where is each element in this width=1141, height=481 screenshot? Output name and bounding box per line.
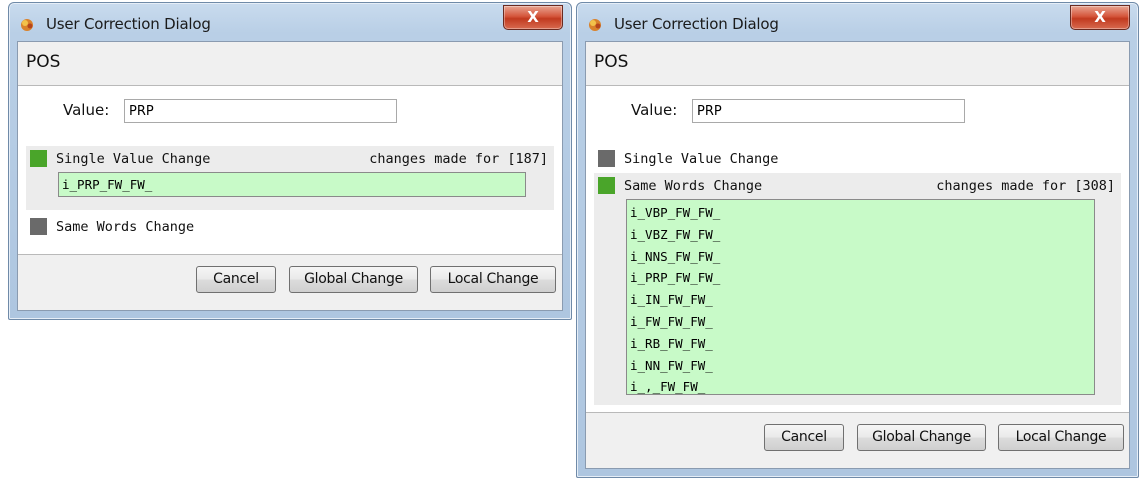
changes-count: changes made for [187] bbox=[369, 151, 548, 167]
list-item[interactable]: i_PRP_FW_FW_ bbox=[630, 267, 1094, 289]
same-words-indicator[interactable] bbox=[598, 177, 615, 194]
same-words-change-section[interactable]: Same Words Change changes made for [308]… bbox=[594, 173, 1121, 405]
list-item[interactable]: i_NN_FW_FW_ bbox=[630, 355, 1094, 377]
dialog-footer: Cancel Global Change Local Change bbox=[18, 254, 562, 310]
value-input[interactable] bbox=[692, 99, 965, 123]
same-words-label: Same Words Change bbox=[56, 219, 195, 235]
single-value-indicator[interactable] bbox=[598, 150, 615, 167]
list-item[interactable]: i_FW_FW_FW_ bbox=[630, 311, 1094, 333]
cancel-button[interactable]: Cancel bbox=[196, 266, 276, 293]
dialog-client: POS Value: Single Value Change Same Word… bbox=[585, 41, 1130, 469]
local-change-button[interactable]: Local Change bbox=[998, 424, 1124, 451]
close-button[interactable]: X bbox=[503, 5, 563, 30]
global-change-button[interactable]: Global Change bbox=[289, 266, 418, 293]
list-item[interactable]: i_VBP_FW_FW_ bbox=[630, 202, 1094, 224]
single-value-label: Single Value Change bbox=[56, 151, 211, 167]
window-title: User Correction Dialog bbox=[46, 15, 211, 33]
title-bar[interactable]: User Correction Dialog X bbox=[9, 3, 571, 41]
close-button[interactable]: X bbox=[1070, 5, 1130, 30]
global-change-button[interactable]: Global Change bbox=[857, 424, 986, 451]
title-bar[interactable]: User Correction Dialog X bbox=[577, 3, 1138, 41]
single-value-change-section[interactable]: Single Value Change changes made for [18… bbox=[26, 146, 554, 210]
window-title: User Correction Dialog bbox=[614, 15, 779, 33]
same-words-indicator[interactable] bbox=[30, 218, 47, 235]
dialog-footer: Cancel Global Change Local Change bbox=[586, 412, 1129, 468]
app-icon bbox=[589, 19, 601, 31]
header-title: POS bbox=[26, 52, 61, 72]
cancel-button[interactable]: Cancel bbox=[764, 424, 844, 451]
list-item[interactable]: i_RB_FW_FW_ bbox=[630, 333, 1094, 355]
value-label: Value: bbox=[631, 101, 678, 119]
dialog-body: Value: Single Value Change changes made … bbox=[18, 86, 562, 264]
list-item[interactable]: i_IN_FW_FW_ bbox=[630, 289, 1094, 311]
value-input[interactable] bbox=[124, 99, 397, 123]
change-list[interactable]: i_VBP_FW_FW_ i_VBZ_FW_FW_ i_NNS_FW_FW_ i… bbox=[626, 199, 1095, 395]
list-item[interactable]: i_VBZ_FW_FW_ bbox=[630, 224, 1094, 246]
same-words-label: Same Words Change bbox=[624, 178, 763, 194]
list-item[interactable]: i_,_FW_FW_ bbox=[630, 376, 1094, 398]
user-correction-dialog-left: User Correction Dialog X POS Value: Sing… bbox=[8, 2, 572, 320]
changes-count: changes made for [308] bbox=[936, 178, 1115, 194]
dialog-header: POS bbox=[18, 42, 562, 86]
list-item[interactable]: i_PRP_FW_FW_ bbox=[62, 174, 525, 195]
same-words-change-section[interactable]: Same Words Change bbox=[26, 213, 554, 241]
dialog-client: POS Value: Single Value Change changes m… bbox=[17, 41, 563, 311]
single-value-label: Single Value Change bbox=[624, 151, 779, 167]
local-change-button[interactable]: Local Change bbox=[430, 266, 556, 293]
single-value-indicator[interactable] bbox=[30, 150, 47, 167]
header-title: POS bbox=[594, 52, 629, 72]
list-item[interactable]: i_NNS_FW_FW_ bbox=[630, 246, 1094, 268]
app-icon bbox=[21, 19, 33, 31]
user-correction-dialog-right: User Correction Dialog X POS Value: Sing… bbox=[576, 2, 1139, 478]
dialog-body: Value: Single Value Change Same Words Ch… bbox=[586, 86, 1129, 422]
dialog-header: POS bbox=[586, 42, 1129, 86]
change-list[interactable]: i_PRP_FW_FW_ bbox=[58, 172, 526, 197]
value-label: Value: bbox=[63, 101, 110, 119]
single-value-change-section[interactable]: Single Value Change bbox=[594, 146, 1121, 172]
